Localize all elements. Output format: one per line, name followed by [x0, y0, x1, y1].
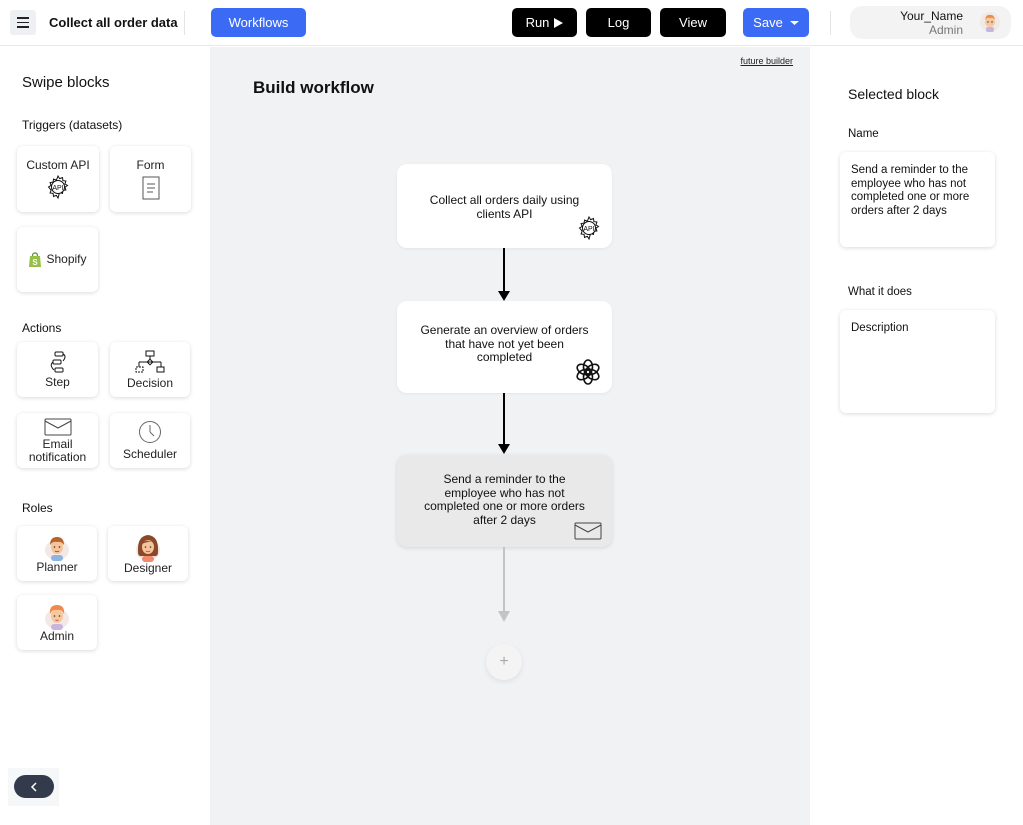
blocks-sidebar: Swipe blocks Triggers (datasets) Custom …: [0, 47, 210, 825]
name-field[interactable]: Send a reminder to the employee who has …: [840, 152, 995, 247]
divider: [184, 11, 185, 35]
envelope-icon: [44, 418, 71, 435]
workflows-button[interactable]: Workflows: [211, 8, 306, 37]
save-button[interactable]: Save: [743, 8, 809, 37]
sidebar-title: Swipe blocks: [22, 74, 110, 91]
admin-avatar: [980, 12, 1000, 32]
log-button[interactable]: Log: [586, 8, 651, 37]
roles-heading: Roles: [22, 501, 53, 515]
block-label: Form: [136, 157, 165, 172]
shopify-bag-icon: S: [29, 251, 42, 267]
block-label: Scheduler: [122, 447, 178, 461]
selected-block-panel: Selected block Name Send a reminder to t…: [810, 47, 1023, 825]
connector-arrow-pending: [498, 547, 510, 622]
workflow-node-generate-overview[interactable]: Generate an overview of orders that have…: [397, 301, 612, 393]
user-role: Admin: [928, 23, 963, 37]
view-button-label: View: [679, 15, 707, 30]
actions-heading: Actions: [22, 321, 62, 335]
svg-text:S: S: [33, 258, 39, 267]
view-button[interactable]: View: [660, 8, 726, 37]
collapse-container: [8, 768, 59, 806]
clock-icon: [139, 421, 161, 443]
role-admin[interactable]: Admin: [17, 595, 97, 650]
block-label: Email notification: [28, 436, 87, 464]
api-gear-icon: API: [47, 174, 69, 199]
api-gear-icon: API: [578, 215, 600, 241]
triggers-heading: Triggers (datasets): [22, 118, 123, 132]
add-block-button[interactable]: +: [486, 644, 522, 680]
planner-avatar: [45, 537, 69, 561]
run-button-label: Run: [525, 15, 550, 30]
play-icon: [554, 17, 564, 28]
svg-text:API: API: [52, 184, 63, 191]
canvas-title: Build workflow: [253, 78, 374, 97]
user-name: Your_Name: [900, 9, 963, 23]
block-label: Decision: [126, 375, 174, 390]
role-label: Designer: [123, 561, 173, 575]
block-form[interactable]: Form: [110, 146, 191, 212]
connector-arrow: [498, 248, 510, 301]
future-builder-link[interactable]: future builder: [740, 56, 793, 66]
block-label: Custom API: [26, 157, 90, 172]
hamburger-menu-icon[interactable]: [10, 10, 36, 35]
designer-avatar: [136, 535, 160, 562]
block-decision[interactable]: Decision: [110, 342, 190, 397]
role-label: Admin: [39, 629, 74, 643]
divider: [830, 11, 831, 35]
node-text: Send a reminder to the employee who has …: [424, 472, 585, 527]
workflow-title: Collect all order data: [49, 15, 178, 30]
run-button[interactable]: Run: [512, 8, 577, 37]
workflows-button-label: Workflows: [228, 15, 289, 30]
caret-down-icon: [789, 20, 799, 25]
workflow-canvas: future builder Build workflow Collect al…: [210, 47, 810, 825]
collapse-sidebar-button[interactable]: [14, 775, 54, 798]
name-label: Name: [848, 128, 879, 140]
openai-logo-icon: [576, 359, 600, 385]
decision-tree-icon: [135, 350, 165, 372]
log-button-label: Log: [607, 15, 630, 30]
save-button-label: Save: [753, 15, 783, 30]
role-designer[interactable]: Designer: [108, 526, 188, 581]
node-text: Collect all orders daily using clients A…: [429, 193, 580, 221]
node-text: Generate an overview of orders that have…: [420, 323, 589, 364]
block-label: Step: [45, 375, 70, 389]
block-shopify[interactable]: S Shopify: [17, 227, 98, 292]
block-custom-api[interactable]: Custom API API: [17, 146, 99, 212]
panel-title: Selected block: [848, 86, 940, 102]
workflow-node-send-reminder[interactable]: Send a reminder to the employee who has …: [397, 455, 612, 547]
top-bar: Collect all order data Workflows Run Log…: [0, 0, 1023, 46]
role-planner[interactable]: Planner: [17, 526, 97, 581]
envelope-icon: [574, 522, 602, 540]
role-label: Planner: [36, 560, 78, 574]
description-field[interactable]: Description: [840, 310, 995, 413]
block-label: Shopify: [46, 252, 87, 266]
what-it-does-label: What it does: [848, 286, 912, 298]
user-menu[interactable]: Your_Name Admin: [850, 6, 1011, 39]
block-scheduler[interactable]: Scheduler: [110, 413, 190, 468]
workflow-node-collect-orders[interactable]: Collect all orders daily using clients A…: [397, 164, 612, 248]
chevron-left-icon: [30, 781, 37, 792]
admin-avatar: [45, 605, 69, 630]
connector-arrow: [498, 393, 510, 454]
block-step[interactable]: Step: [17, 342, 98, 397]
form-document-icon: [142, 176, 159, 199]
block-email-notification[interactable]: Email notification: [17, 413, 98, 468]
svg-text:API: API: [583, 226, 594, 233]
step-flow-icon: [50, 351, 65, 373]
